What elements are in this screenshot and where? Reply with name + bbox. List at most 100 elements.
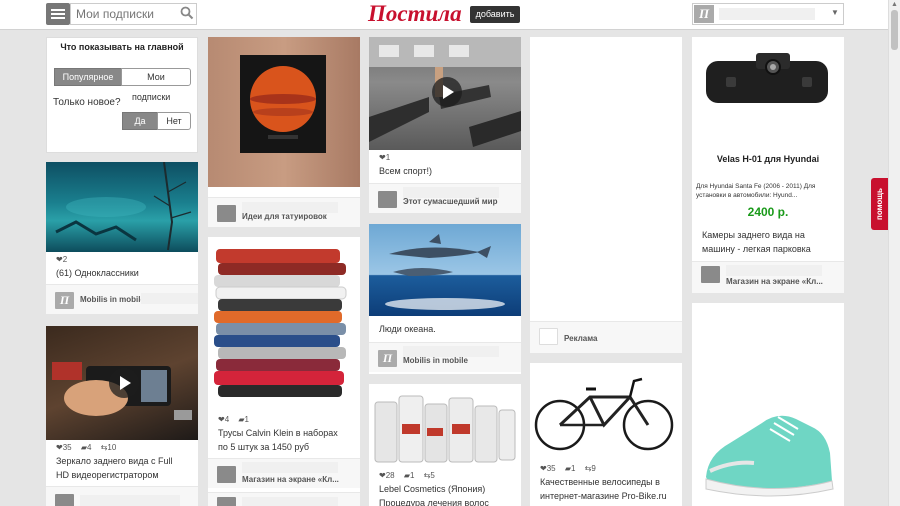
pin-board-footer[interactable]: П Mobilis in mobile [46, 284, 198, 314]
blurred-text [141, 293, 198, 304]
my-subscriptions-label: подписки [132, 92, 171, 102]
blurred-text [726, 265, 822, 276]
pin-rear-camera[interactable]: Velas H-01 для Hyundai Для Hyundai Santa… [692, 37, 844, 293]
search-icon[interactable] [180, 6, 194, 20]
add-button[interactable]: добавить [470, 6, 520, 23]
scrollbar-thumb[interactable] [891, 10, 898, 50]
pin-description[interactable]: Камеры заднего вида на машину - легкая п… [702, 228, 836, 256]
pin-stats: ❤4 ▰1 [218, 415, 249, 424]
likes-icon[interactable]: ❤ [379, 471, 386, 480]
pin-board-footer[interactable]: Реклама [530, 321, 682, 353]
user-menu[interactable]: П ▼ [692, 3, 844, 25]
pin-bicycle[interactable]: ❤35 ▰1 ⇆9 Качественные велосипеды в инте… [530, 363, 682, 506]
play-icon[interactable] [432, 77, 462, 107]
pin-clothes[interactable]: ❤4 ▰1 Трусы Calvin Klein в наборах по 5 … [208, 237, 360, 506]
board-avatar[interactable]: П [378, 350, 397, 367]
board-name[interactable]: Этот сумасшедший мир [403, 197, 497, 206]
board-avatar[interactable] [55, 494, 74, 506]
chevron-down-icon: ▼ [831, 8, 839, 17]
pin-board-footer[interactable]: Идеи для татуировок [208, 197, 360, 227]
pin-image[interactable] [208, 237, 360, 409]
likes-icon[interactable]: ❤ [540, 464, 547, 473]
pin-stats: ❤35 ▰1 ⇆9 [540, 464, 596, 473]
pin-board-footer[interactable]: Магазин на экране «Кл... [208, 458, 360, 488]
pin-sneaker[interactable] [692, 303, 844, 506]
pin-dolphins[interactable]: Люди океана. П Mobilis in mobile [369, 224, 521, 374]
pin-board-footer[interactable] [46, 486, 198, 506]
pin-board-footer[interactable]: Этот сумасшедший мир [369, 183, 521, 213]
pin-mirror-video[interactable]: ❤35 ▰4 ⇆10 Зеркало заднего вида с Full H… [46, 326, 198, 506]
subscriptions-search-input[interactable] [70, 3, 197, 25]
pin-tattoo[interactable]: Идеи для татуировок [208, 37, 360, 227]
board-name[interactable]: Идеи для татуировок [242, 212, 327, 221]
blurred-text [242, 497, 338, 506]
likes-icon[interactable]: ❤ [379, 153, 386, 162]
board-name[interactable]: Mobilis in mobile [403, 356, 468, 365]
board-avatar[interactable] [701, 266, 720, 283]
pin-board-footer[interactable]: Магазин на экране «Кл... [692, 261, 844, 293]
play-icon[interactable] [109, 368, 139, 398]
pin-image[interactable] [369, 224, 521, 316]
my-subscriptions-toggle[interactable]: Мои [121, 68, 191, 86]
product-name[interactable]: Velas H-01 для Hyundai [692, 154, 844, 164]
user-name-blurred [719, 8, 815, 20]
only-new-no-button[interactable]: Нет [157, 112, 191, 130]
board-avatar[interactable] [217, 466, 236, 483]
pin-stats: ❤2 [56, 255, 68, 264]
board-name[interactable]: Магазин на экране «Кл... [242, 475, 339, 484]
cosmetics-image [374, 395, 516, 463]
help-label: помощь [875, 188, 884, 220]
dolphins-image [385, 234, 505, 310]
pin-video-thumbnail[interactable] [369, 37, 521, 150]
pin-image[interactable] [369, 384, 521, 466]
pin-underwater[interactable]: ❤2 (61) Одноклассники П Mobilis in mobil… [46, 162, 198, 314]
board-avatar[interactable] [378, 191, 397, 208]
home-preferences-card: Что показывать на главной Популярное Мои… [46, 37, 198, 153]
product-description: Для Hyundai Santa Fe (2006 - 2011) Для у… [696, 183, 816, 199]
board-name[interactable]: Магазин на экране «Кл... [726, 277, 823, 286]
top-header: Постила добавить П ▼ [0, 0, 888, 30]
board-avatar[interactable] [217, 205, 236, 222]
pin-description[interactable]: Трусы Calvin Klein в наборах по 5 штук з… [218, 426, 352, 454]
blurred-text [80, 495, 180, 506]
pin-image[interactable] [530, 363, 682, 459]
board-avatar[interactable]: П [55, 292, 74, 309]
pin-cosmetics[interactable]: ❤28 ▰1 ⇆5 Lebel Cosmetics (Япония) Проце… [369, 384, 521, 506]
board-name[interactable]: Реклама [564, 334, 597, 343]
site-logo[interactable]: Постила [368, 1, 462, 27]
help-tab[interactable]: помощь [871, 178, 888, 230]
pin-description[interactable]: Зеркало заднего вида с Full HD видеореги… [56, 454, 190, 482]
pin-description[interactable]: Всем спорт!) [379, 164, 513, 178]
pin-stats: ❤1 [379, 153, 391, 162]
only-new-yes-button[interactable]: Да [122, 112, 158, 130]
pin-gym[interactable]: ❤1 Всем спорт!) Этот сумасшедший мир [369, 37, 521, 213]
board-name[interactable]: Mobilis in mobile [80, 295, 145, 304]
page-scrollbar[interactable]: ▲ [888, 0, 900, 506]
pin-board-footer-2[interactable] [208, 492, 360, 506]
pin-advertisement[interactable]: Реклама [530, 37, 682, 353]
tattoo-image [240, 55, 326, 153]
board-avatar[interactable] [539, 328, 558, 345]
menu-icon[interactable] [46, 3, 70, 25]
product-price: 2400 р. [747, 205, 789, 219]
pin-video-thumbnail[interactable] [46, 326, 198, 440]
bicycle-image [534, 377, 674, 451]
ad-slot[interactable] [530, 37, 682, 321]
pin-description[interactable]: Люди океана. [379, 322, 513, 336]
likes-icon[interactable]: ❤ [218, 415, 225, 424]
board-avatar[interactable] [217, 497, 236, 506]
pin-description[interactable]: Качественные велосипеды в интернет-магаз… [540, 475, 674, 503]
pin-description[interactable]: (61) Одноклассники [56, 266, 190, 280]
pin-image[interactable] [46, 162, 198, 252]
pin-image[interactable] [692, 303, 844, 506]
sneaker-image [705, 415, 834, 497]
pin-image[interactable]: Velas H-01 для Hyundai Для Hyundai Santa… [692, 37, 844, 223]
only-new-question: Только новое? [53, 97, 121, 108]
scroll-up-icon[interactable]: ▲ [891, 1, 898, 8]
pin-board-footer[interactable]: П Mobilis in mobile [369, 342, 521, 372]
pin-image[interactable] [208, 37, 360, 187]
likes-icon[interactable]: ❤ [56, 443, 63, 452]
likes-icon[interactable]: ❤ [56, 255, 63, 264]
popular-toggle[interactable]: Популярное [54, 68, 122, 86]
pin-description[interactable]: Lebel Cosmetics (Япония) Процедура лечен… [379, 482, 513, 506]
